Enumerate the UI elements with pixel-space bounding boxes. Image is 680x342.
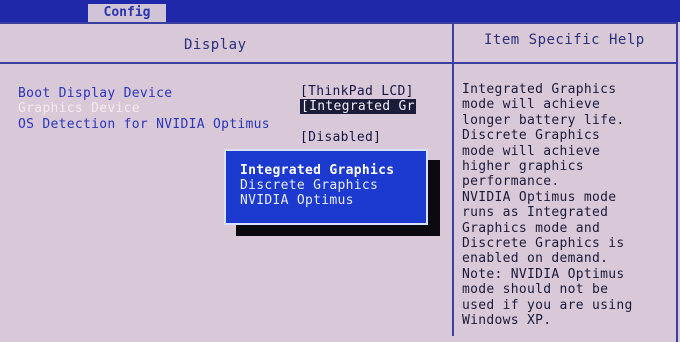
graphics-device-popup: Integrated Graphics Discrete Graphics NV…	[224, 149, 428, 225]
setting-boot-display-device[interactable]: Boot Display Device	[18, 86, 172, 101]
option-nvidia-optimus[interactable]: NVIDIA Optimus	[240, 193, 354, 208]
title-divider	[0, 62, 454, 64]
panel-divider	[452, 22, 454, 336]
boot-display-device-value[interactable]: [ThinkPad LCD]	[300, 84, 414, 99]
option-integrated-graphics[interactable]: Integrated Graphics	[240, 163, 394, 178]
setting-os-detection-nvidia-optimus[interactable]: OS Detection for NVIDIA Optimus	[18, 117, 270, 132]
page-title: Display	[184, 37, 247, 53]
help-text: Integrated Graphics mode will achieve lo…	[462, 82, 633, 329]
tab-config[interactable]: Config	[88, 4, 166, 22]
os-detection-value[interactable]: [Disabled]	[300, 130, 381, 145]
help-title-divider	[454, 62, 678, 64]
option-discrete-graphics[interactable]: Discrete Graphics	[240, 178, 378, 193]
graphics-device-value[interactable]: [Integrated Gr	[300, 99, 416, 114]
setting-graphics-device[interactable]: Graphics Device	[18, 101, 140, 116]
menu-bar: Config	[0, 0, 680, 22]
help-title: Item Specific Help	[484, 32, 645, 48]
